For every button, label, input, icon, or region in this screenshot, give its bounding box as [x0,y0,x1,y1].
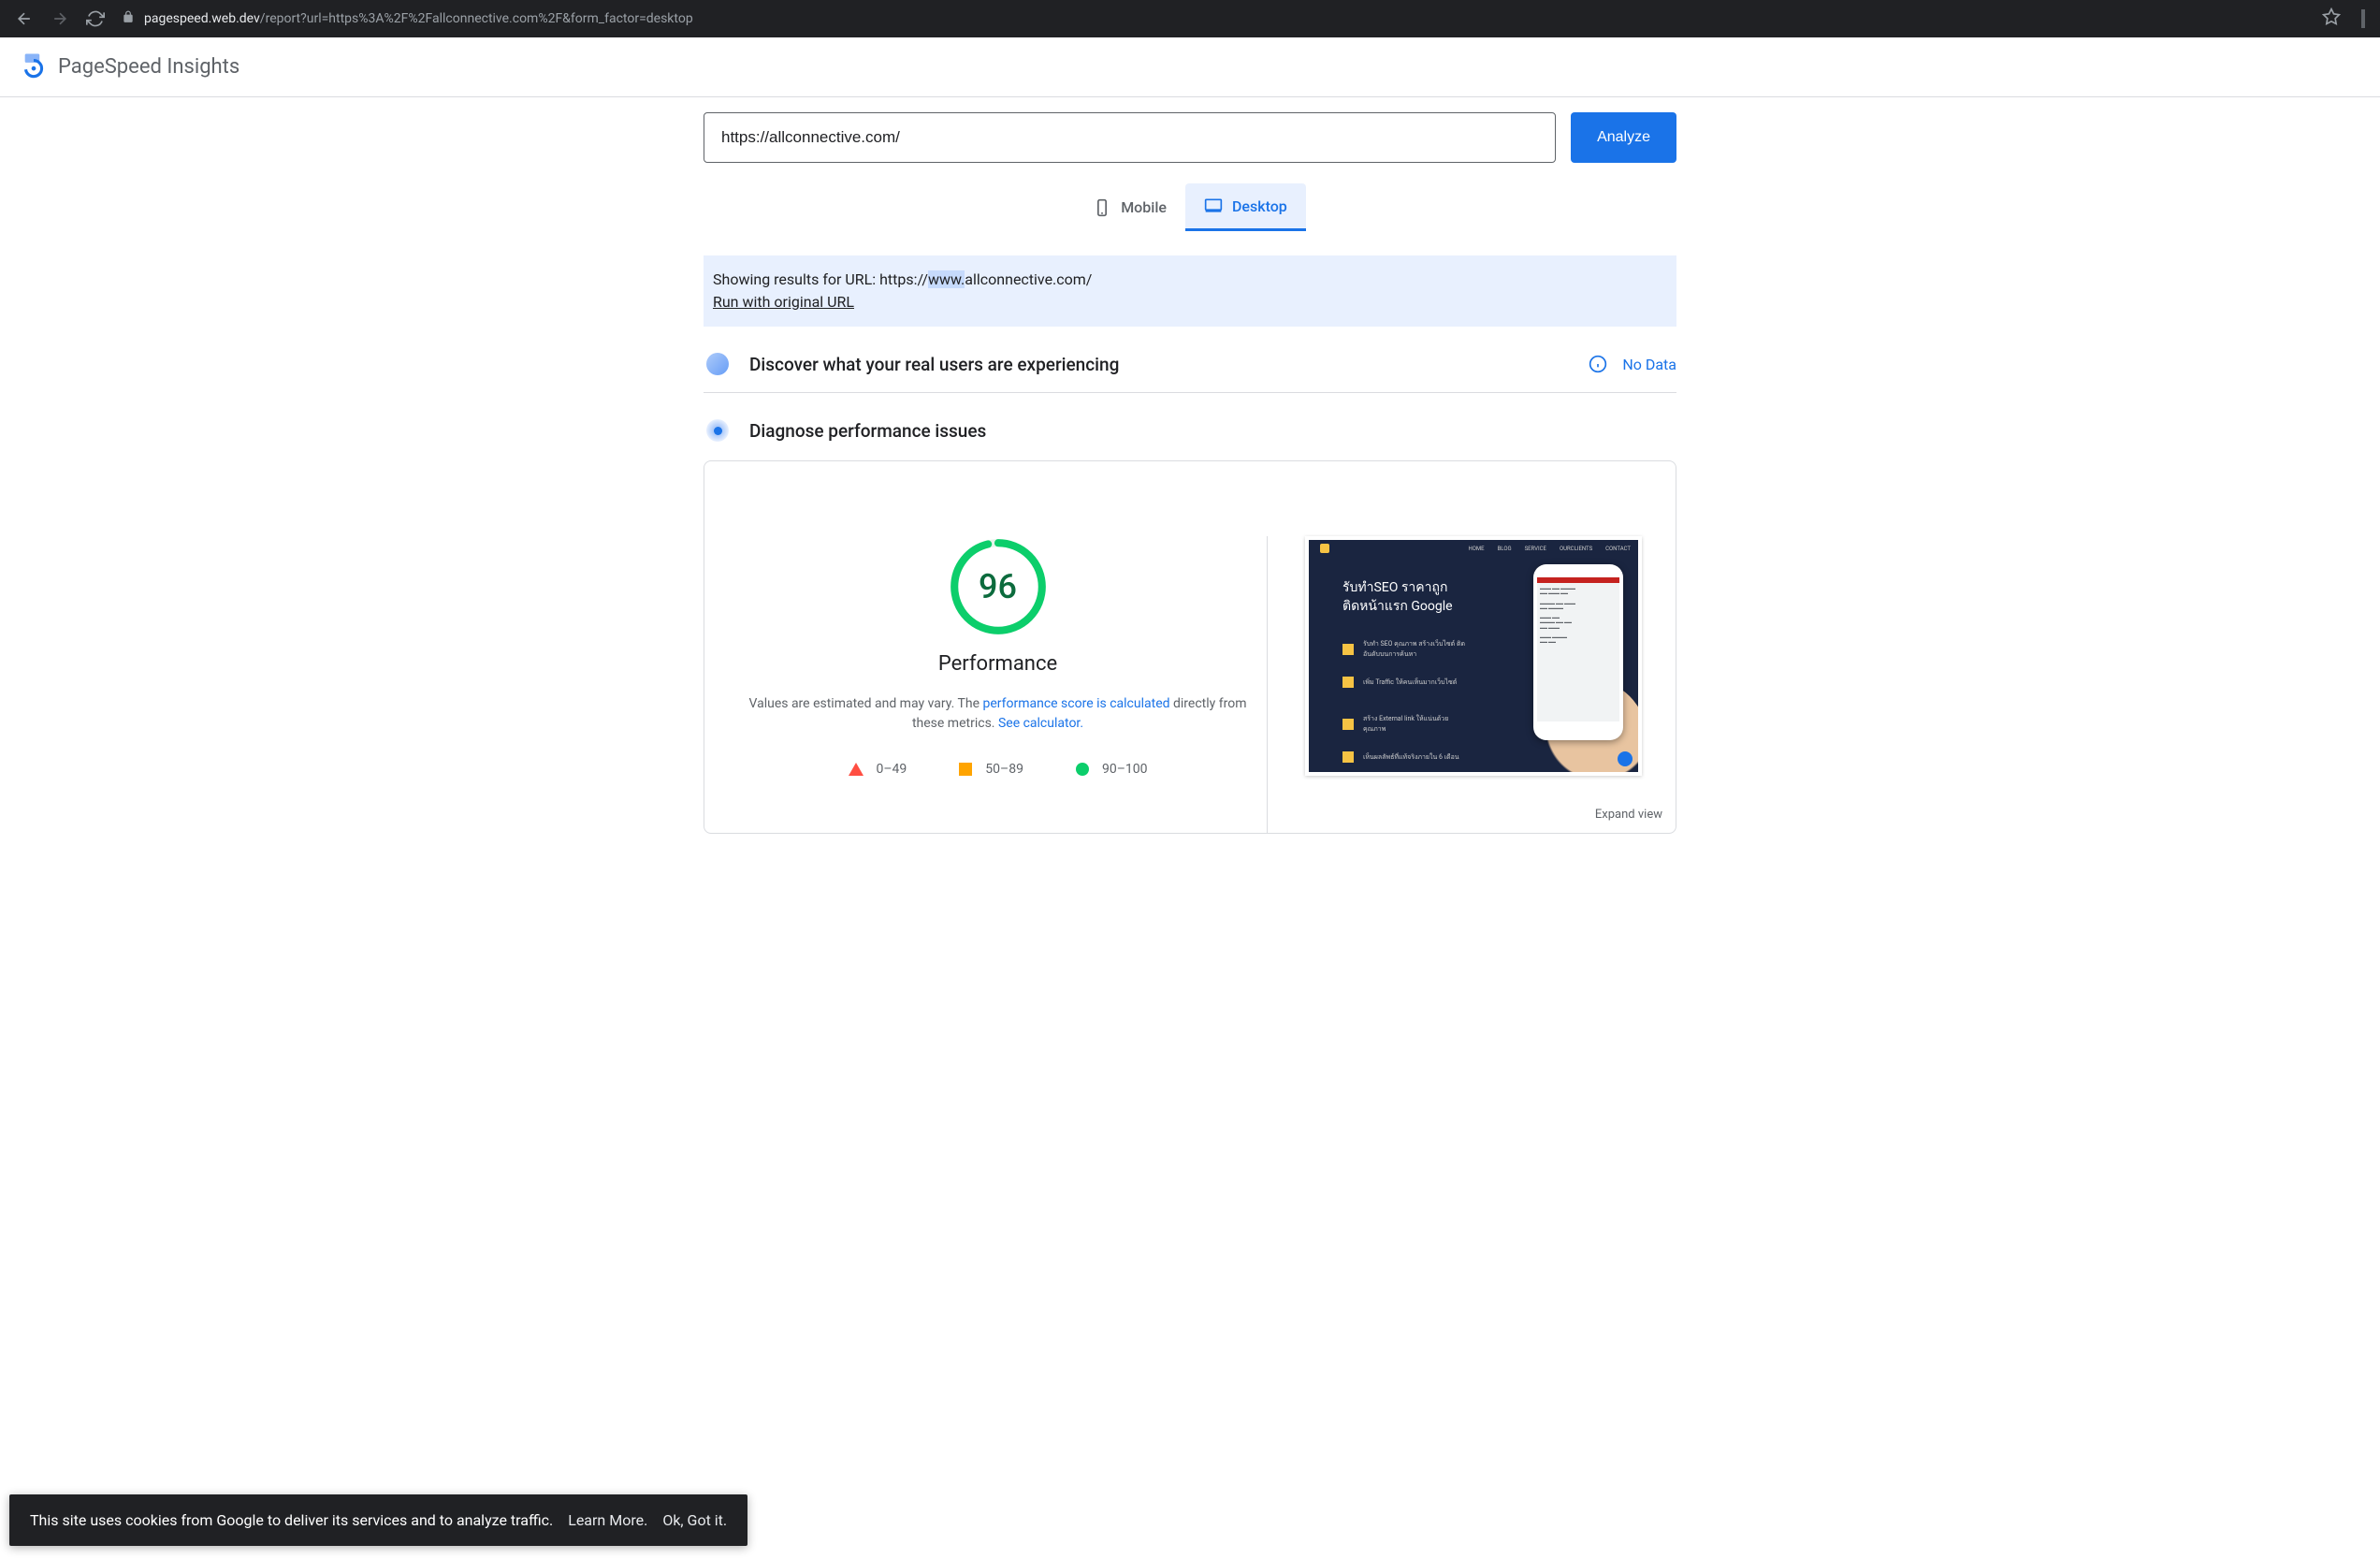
app-title: PageSpeed Insights [58,55,239,79]
tab-desktop[interactable]: Desktop [1185,183,1306,231]
url-input[interactable] [704,112,1556,163]
analyze-button[interactable]: Analyze [1571,112,1676,163]
cookie-notice: This site uses cookies from Google to de… [9,1494,747,1546]
performance-label: Performance [729,652,1267,676]
run-original-link[interactable]: Run with original URL [713,293,854,311]
analyze-form: Analyze [704,97,1676,178]
browser-edge [2361,9,2365,28]
bookmark-star-icon[interactable] [2322,7,2341,30]
section-discover: Discover what your real users are experi… [704,327,1676,393]
expand-view-link[interactable]: Expand view [1595,808,1662,822]
score-legend: 0–49 50–89 90–100 [729,762,1267,777]
url-text: pagespeed.web.dev/report?url=https%3A%2F… [144,11,693,26]
performance-score: 96 [948,536,1049,637]
performance-description: Values are estimated and may vary. The p… [729,694,1267,734]
diagnose-title: Diagnose performance issues [749,420,1676,442]
tab-mobile[interactable]: Mobile [1074,183,1185,231]
section-diagnose: Diagnose performance issues [704,393,1676,459]
calc-link-1[interactable]: performance score is calculated [982,696,1169,711]
reload-button[interactable] [86,9,105,28]
form-factor-tabs: Mobile Desktop [704,178,1676,231]
back-button[interactable] [15,9,34,28]
chat-bubble-icon [1618,751,1633,766]
no-data-badge: No Data [1589,355,1676,373]
cookie-ok[interactable]: Ok, Got it. [662,1511,727,1529]
diagnose-icon [706,419,729,442]
screenshot-panel: HOMEBLOGSERVICEOURCLIENTSCONTACT รับทำSE… [1305,536,1651,833]
url-bar[interactable]: pagespeed.web.dev/report?url=https%3A%2F… [122,10,2305,27]
cookie-text: This site uses cookies from Google to de… [30,1511,553,1529]
legend-low: 0–49 [849,762,907,777]
notice-line: Showing results for URL: https://www.all… [713,269,1667,291]
discover-title: Discover what your real users are experi… [749,354,1589,375]
square-icon [959,763,972,776]
discover-icon [706,353,729,375]
site-screenshot: HOMEBLOGSERVICEOURCLIENTSCONTACT รับทำSE… [1305,536,1642,776]
triangle-icon [849,763,863,776]
cookie-learn-more[interactable]: Learn More. [568,1511,647,1529]
lock-icon [122,10,135,27]
info-icon [1589,355,1607,373]
app-header: PageSpeed Insights [0,37,2380,97]
diagnose-card: 96 Performance Values are estimated and … [704,460,1676,834]
browser-chrome: pagespeed.web.dev/report?url=https%3A%2F… [0,0,2380,37]
legend-mid: 50–89 [959,762,1023,777]
url-notice: Showing results for URL: https://www.all… [704,255,1676,327]
forward-button[interactable] [51,9,69,28]
circle-icon [1076,763,1089,776]
legend-high: 90–100 [1076,762,1148,777]
performance-gauge-panel: 96 Performance Values are estimated and … [729,536,1268,833]
psi-logo-icon [21,52,47,82]
calc-link-2[interactable]: See calculator. [998,716,1083,731]
